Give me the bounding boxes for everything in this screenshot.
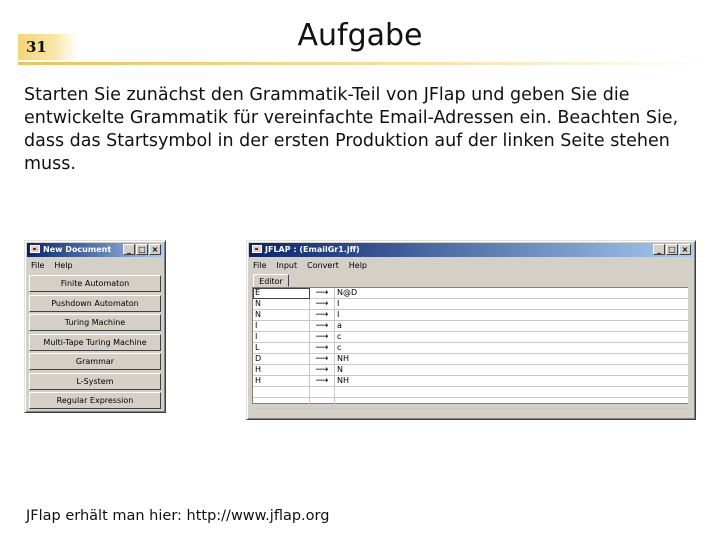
menu-input[interactable]: Input xyxy=(276,259,297,272)
jflap-editor-title: JFLAP : (EmailGr1.jff) xyxy=(265,245,360,254)
production-lhs[interactable]: N xyxy=(253,309,310,321)
production-arrow xyxy=(309,386,335,398)
production-lhs[interactable] xyxy=(253,386,310,398)
l-system-button[interactable]: L-System xyxy=(29,372,161,390)
production-row[interactable]: I ⟶ a xyxy=(253,320,689,332)
app-icon xyxy=(252,245,262,253)
production-row[interactable]: N ⟶ I xyxy=(253,309,689,321)
production-row[interactable]: H ⟶ NH xyxy=(253,375,689,387)
production-arrow: ⟶ xyxy=(309,309,335,321)
production-lhs[interactable]: E xyxy=(253,288,310,299)
grammar-editor-panel: E ⟶ N@D N ⟶ I N ⟶ I I ⟶ a I ⟶ c L ⟶ c D ⟶ NH H ⟶ N H ⟶ NH xyxy=(252,287,690,409)
jflap-editor-window: JFLAP : (EmailGr1.jff) _ □ × File Input … xyxy=(246,240,696,420)
maximize-button[interactable]: □ xyxy=(136,244,148,255)
production-rhs[interactable]: NH xyxy=(334,375,689,387)
production-arrow: ⟶ xyxy=(309,375,335,387)
multi-tape-turing-machine-button[interactable]: Multi-Tape Turing Machine xyxy=(29,333,161,351)
regular-expression-button[interactable]: Regular Expression xyxy=(29,392,161,409)
menu-convert[interactable]: Convert xyxy=(307,259,339,272)
close-button[interactable]: × xyxy=(679,244,691,255)
menu-file[interactable]: File xyxy=(31,259,44,272)
production-rhs[interactable] xyxy=(334,397,689,409)
production-rhs[interactable] xyxy=(334,386,689,398)
grammar-button[interactable]: Grammar xyxy=(29,353,161,370)
turing-machine-button[interactable]: Turing Machine xyxy=(29,314,161,331)
close-button[interactable]: × xyxy=(149,244,161,255)
minimize-button[interactable]: _ xyxy=(123,244,135,255)
new-document-menubar: File Help xyxy=(29,259,161,272)
production-rhs[interactable]: I xyxy=(334,309,689,321)
production-lhs[interactable]: D xyxy=(253,353,310,365)
production-arrow: ⟶ xyxy=(309,298,335,310)
production-rhs[interactable]: c xyxy=(334,331,689,343)
app-icon xyxy=(30,245,40,253)
production-rhs[interactable]: a xyxy=(334,320,689,332)
new-document-title: New Document xyxy=(43,245,112,254)
production-arrow: ⟶ xyxy=(309,320,335,332)
jflap-editor-menubar: File Input Convert Help xyxy=(251,259,691,272)
production-rhs[interactable]: N@D xyxy=(334,288,689,299)
document-type-buttons: Finite Automaton Pushdown Automaton Turi… xyxy=(29,275,161,412)
production-lhs[interactable] xyxy=(253,397,310,409)
production-arrow: ⟶ xyxy=(309,342,335,354)
production-rhs[interactable]: c xyxy=(334,342,689,354)
production-row[interactable] xyxy=(253,397,689,409)
tab-editor[interactable]: Editor xyxy=(253,274,289,287)
jflap-editor-titlebar[interactable]: JFLAP : (EmailGr1.jff) _ □ × xyxy=(249,243,693,257)
grammar-table: E ⟶ N@D N ⟶ I N ⟶ I I ⟶ a I ⟶ c L ⟶ c D ⟶ NH H ⟶ N H ⟶ NH xyxy=(253,288,689,409)
production-arrow: ⟶ xyxy=(309,331,335,343)
production-arrow: ⟶ xyxy=(309,364,335,376)
production-row[interactable]: N ⟶ I xyxy=(253,298,689,310)
production-lhs[interactable]: H xyxy=(253,375,310,387)
production-rhs[interactable]: N xyxy=(334,364,689,376)
production-lhs[interactable]: I xyxy=(253,331,310,343)
menu-help[interactable]: Help xyxy=(349,259,367,272)
production-arrow: ⟶ xyxy=(309,353,335,365)
footer-note: JFlap erhält man hier: http://www.jflap.… xyxy=(26,508,330,524)
menu-file[interactable]: File xyxy=(253,259,266,272)
vertical-scrollbar[interactable] xyxy=(688,287,692,404)
production-row[interactable]: E ⟶ N@D xyxy=(253,288,689,299)
slide-title: Aufgabe xyxy=(297,18,423,53)
production-row[interactable]: D ⟶ NH xyxy=(253,353,689,365)
new-document-titlebar[interactable]: New Document _ □ × xyxy=(27,243,163,257)
production-rhs[interactable]: NH xyxy=(334,353,689,365)
slide-body-text: Starten Sie zunächst den Grammatik-Teil … xyxy=(24,85,679,174)
production-row[interactable]: L ⟶ c xyxy=(253,342,689,354)
pushdown-automaton-button[interactable]: Pushdown Automaton xyxy=(29,294,161,312)
production-lhs[interactable]: I xyxy=(253,320,310,332)
production-row[interactable]: I ⟶ c xyxy=(253,331,689,343)
production-arrow xyxy=(309,397,335,409)
production-arrow: ⟶ xyxy=(309,288,335,299)
minimize-button[interactable]: _ xyxy=(653,244,665,255)
production-lhs[interactable]: L xyxy=(253,342,310,354)
production-rhs[interactable]: I xyxy=(334,298,689,310)
menu-help[interactable]: Help xyxy=(54,259,72,272)
production-lhs[interactable]: N xyxy=(253,298,310,310)
production-lhs[interactable]: H xyxy=(253,364,310,376)
header-divider xyxy=(18,62,708,65)
finite-automaton-button[interactable]: Finite Automaton xyxy=(29,275,161,292)
production-row[interactable] xyxy=(253,386,689,398)
maximize-button[interactable]: □ xyxy=(666,244,678,255)
new-document-window: New Document _ □ × File Help Finite Auto… xyxy=(24,240,166,413)
production-row[interactable]: H ⟶ N xyxy=(253,364,689,376)
